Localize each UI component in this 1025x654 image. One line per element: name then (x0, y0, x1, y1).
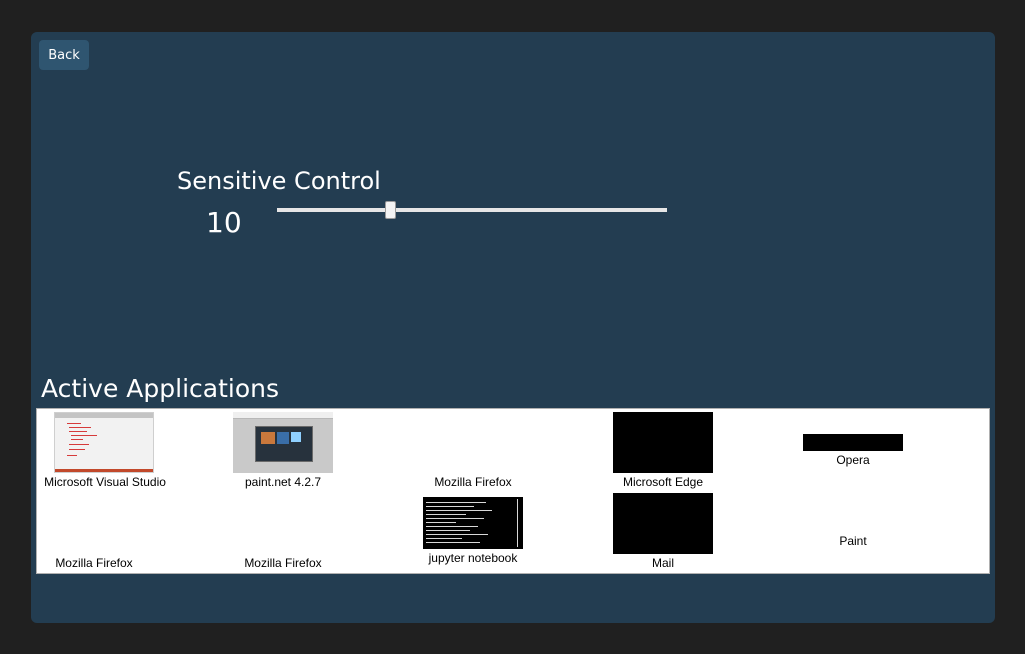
app-tile-paint[interactable]: Paint (763, 493, 943, 573)
app-label: Paint (839, 534, 867, 548)
slider-track[interactable] (277, 208, 667, 212)
main-panel: Back Sensitive Control 10 Active Applica… (31, 32, 995, 623)
active-applications-list: Microsoft Visual Studio paint.net 4.2.7 … (36, 408, 990, 574)
active-applications-heading: Active Applications (41, 374, 279, 403)
app-tile-mozilla-firefox[interactable]: Mozilla Firefox (383, 409, 563, 491)
app-label: Microsoft Visual Studio (44, 475, 166, 489)
microsoft-edge-thumbnail (613, 412, 713, 473)
app-label: Mozilla Firefox (55, 556, 133, 570)
app-tile-mozilla-firefox[interactable]: Mozilla Firefox (193, 493, 373, 573)
visual-studio-thumbnail (54, 412, 154, 473)
app-tile-microsoft-visual-studio[interactable]: Microsoft Visual Studio (15, 409, 195, 491)
app-label: Mozilla Firefox (244, 556, 322, 570)
app-label: Mozilla Firefox (434, 475, 512, 489)
app-tile-microsoft-edge[interactable]: Microsoft Edge (573, 409, 753, 491)
app-label: Microsoft Edge (622, 475, 704, 489)
slider-label: Sensitive Control (177, 167, 381, 195)
app-label: jupyter notebook (428, 551, 518, 565)
opera-thumbnail (803, 434, 903, 451)
app-label: Opera (836, 453, 870, 467)
paint-net-thumbnail (233, 412, 333, 473)
slider-value: 10 (206, 206, 242, 239)
back-button[interactable]: Back (39, 40, 89, 70)
app-label: paint.net 4.2.7 (244, 475, 322, 489)
app-tile-jupyter-notebook[interactable]: jupyter notebook (383, 493, 563, 573)
app-tile-mozilla-firefox[interactable]: Mozilla Firefox (4, 493, 184, 573)
jupyter-thumbnail (423, 497, 523, 549)
mail-thumbnail (613, 493, 713, 554)
app-tile-opera[interactable]: Opera (763, 409, 943, 491)
slider-thumb[interactable] (384, 201, 396, 219)
app-tile-mail[interactable]: Mail (573, 493, 753, 573)
app-tile-paint-net[interactable]: paint.net 4.2.7 (193, 409, 373, 491)
app-label: Mail (651, 556, 674, 570)
